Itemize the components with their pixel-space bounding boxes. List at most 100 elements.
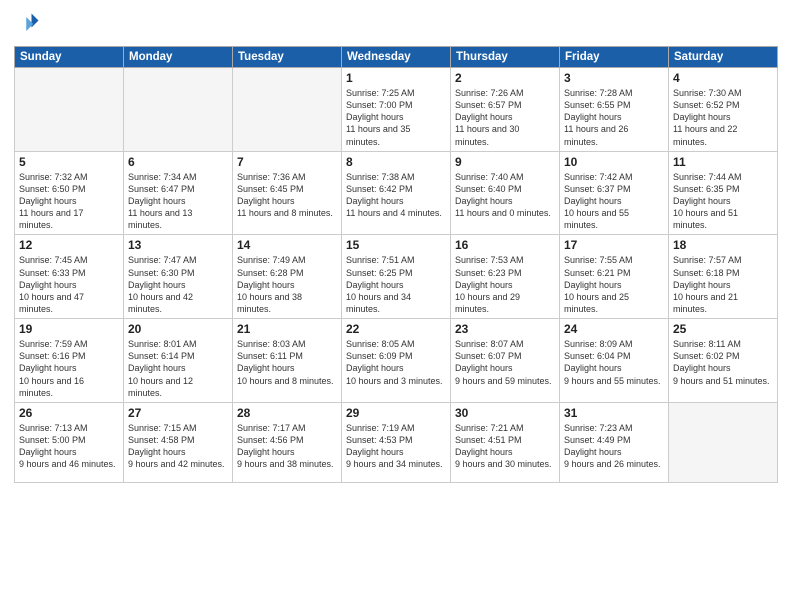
day-number: 30 (455, 406, 555, 420)
calendar-cell: 4 Sunrise: 7:30 AMSunset: 6:52 PMDaylight… (669, 68, 778, 152)
day-number: 23 (455, 322, 555, 336)
day-number: 29 (346, 406, 446, 420)
day-info: Sunrise: 7:15 AMSunset: 4:58 PMDaylight … (128, 422, 228, 471)
day-info: Sunrise: 7:23 AMSunset: 4:49 PMDaylight … (564, 422, 664, 471)
day-number: 8 (346, 155, 446, 169)
day-info: Sunrise: 7:42 AMSunset: 6:37 PMDaylight … (564, 171, 664, 232)
calendar-cell: 10 Sunrise: 7:42 AMSunset: 6:37 PMDayligh… (560, 151, 669, 235)
day-number: 14 (237, 238, 337, 252)
day-info: Sunrise: 7:40 AMSunset: 6:40 PMDaylight … (455, 171, 555, 220)
calendar-cell: 1 Sunrise: 7:25 AMSunset: 7:00 PMDaylight… (342, 68, 451, 152)
weekday-tuesday: Tuesday (233, 47, 342, 68)
weekday-monday: Monday (124, 47, 233, 68)
day-info: Sunrise: 7:44 AMSunset: 6:35 PMDaylight … (673, 171, 773, 232)
day-number: 11 (673, 155, 773, 169)
calendar-cell: 30 Sunrise: 7:21 AMSunset: 4:51 PMDayligh… (451, 402, 560, 482)
calendar-cell: 31 Sunrise: 7:23 AMSunset: 4:49 PMDayligh… (560, 402, 669, 482)
day-number: 10 (564, 155, 664, 169)
day-info: Sunrise: 7:21 AMSunset: 4:51 PMDaylight … (455, 422, 555, 471)
weekday-wednesday: Wednesday (342, 47, 451, 68)
day-info: Sunrise: 7:45 AMSunset: 6:33 PMDaylight … (19, 254, 119, 315)
calendar-cell: 24Sunrise: 8:09 AMSunset: 6:04 PMDayligh… (560, 319, 669, 403)
day-number: 5 (19, 155, 119, 169)
day-info: Sunrise: 7:55 AMSunset: 6:21 PMDaylight … (564, 254, 664, 315)
page: SundayMondayTuesdayWednesdayThursdayFrid… (0, 0, 792, 612)
day-info: Sunrise: 7:47 AMSunset: 6:30 PMDaylight … (128, 254, 228, 315)
day-info: Sunrise: 7:51 AMSunset: 6:25 PMDaylight … (346, 254, 446, 315)
day-number: 13 (128, 238, 228, 252)
calendar-cell: 28 Sunrise: 7:17 AMSunset: 4:56 PMDayligh… (233, 402, 342, 482)
day-number: 19 (19, 322, 119, 336)
calendar-cell: 25Sunrise: 8:11 AMSunset: 6:02 PMDayligh… (669, 319, 778, 403)
day-info: Sunrise: 8:11 AMSunset: 6:02 PMDaylight … (673, 338, 773, 387)
weekday-sunday: Sunday (15, 47, 124, 68)
day-info: Sunrise: 7:25 AMSunset: 7:00 PMDaylight … (346, 87, 446, 148)
calendar-cell: 8 Sunrise: 7:38 AMSunset: 6:42 PMDaylight… (342, 151, 451, 235)
day-info: Sunrise: 7:17 AMSunset: 4:56 PMDaylight … (237, 422, 337, 471)
day-number: 2 (455, 71, 555, 85)
week-row-3: 12 Sunrise: 7:45 AMSunset: 6:33 PMDayligh… (15, 235, 778, 319)
day-number: 27 (128, 406, 228, 420)
calendar-cell: 3 Sunrise: 7:28 AMSunset: 6:55 PMDaylight… (560, 68, 669, 152)
day-number: 20 (128, 322, 228, 336)
day-info: Sunrise: 7:32 AMSunset: 6:50 PMDaylight … (19, 171, 119, 232)
calendar-cell: 26Sunrise: 7:13 AMSunset: 5:00 PMDayligh… (15, 402, 124, 482)
day-info: Sunrise: 7:34 AMSunset: 6:47 PMDaylight … (128, 171, 228, 232)
calendar-cell: 23 Sunrise: 8:07 AMSunset: 6:07 PMDayligh… (451, 319, 560, 403)
day-info: Sunrise: 7:49 AMSunset: 6:28 PMDaylight … (237, 254, 337, 315)
calendar-cell (669, 402, 778, 482)
weekday-thursday: Thursday (451, 47, 560, 68)
day-number: 16 (455, 238, 555, 252)
calendar-cell (233, 68, 342, 152)
calendar-cell: 9Sunrise: 7:40 AMSunset: 6:40 PMDaylight… (451, 151, 560, 235)
day-info: Sunrise: 7:30 AMSunset: 6:52 PMDaylight … (673, 87, 773, 148)
calendar-cell: 14 Sunrise: 7:49 AMSunset: 6:28 PMDayligh… (233, 235, 342, 319)
week-row-2: 5 Sunrise: 7:32 AMSunset: 6:50 PMDaylight… (15, 151, 778, 235)
day-info: Sunrise: 7:57 AMSunset: 6:18 PMDaylight … (673, 254, 773, 315)
day-info: Sunrise: 8:03 AMSunset: 6:11 PMDaylight … (237, 338, 337, 387)
calendar-cell: 27 Sunrise: 7:15 AMSunset: 4:58 PMDayligh… (124, 402, 233, 482)
calendar-cell: 6Sunrise: 7:34 AMSunset: 6:47 PMDaylight… (124, 151, 233, 235)
day-info: Sunrise: 7:19 AMSunset: 4:53 PMDaylight … (346, 422, 446, 471)
day-number: 3 (564, 71, 664, 85)
weekday-saturday: Saturday (669, 47, 778, 68)
day-info: Sunrise: 7:26 AMSunset: 6:57 PMDaylight … (455, 87, 555, 148)
day-info: Sunrise: 8:01 AMSunset: 6:14 PMDaylight … (128, 338, 228, 399)
calendar-cell: 17Sunrise: 7:55 AMSunset: 6:21 PMDayligh… (560, 235, 669, 319)
day-info: Sunrise: 7:36 AMSunset: 6:45 PMDaylight … (237, 171, 337, 220)
logo-icon (14, 10, 42, 38)
day-number: 12 (19, 238, 119, 252)
weekday-friday: Friday (560, 47, 669, 68)
day-info: Sunrise: 8:07 AMSunset: 6:07 PMDaylight … (455, 338, 555, 387)
calendar-cell: 18Sunrise: 7:57 AMSunset: 6:18 PMDayligh… (669, 235, 778, 319)
day-info: Sunrise: 8:05 AMSunset: 6:09 PMDaylight … (346, 338, 446, 387)
calendar-cell: 2 Sunrise: 7:26 AMSunset: 6:57 PMDaylight… (451, 68, 560, 152)
calendar-cell: 19 Sunrise: 7:59 AMSunset: 6:16 PMDayligh… (15, 319, 124, 403)
calendar-cell (15, 68, 124, 152)
day-number: 1 (346, 71, 446, 85)
day-info: Sunrise: 7:28 AMSunset: 6:55 PMDaylight … (564, 87, 664, 148)
calendar-cell: 7 Sunrise: 7:36 AMSunset: 6:45 PMDaylight… (233, 151, 342, 235)
day-number: 31 (564, 406, 664, 420)
day-number: 26 (19, 406, 119, 420)
calendar-cell: 13 Sunrise: 7:47 AMSunset: 6:30 PMDayligh… (124, 235, 233, 319)
day-number: 22 (346, 322, 446, 336)
calendar-cell (124, 68, 233, 152)
week-row-5: 26Sunrise: 7:13 AMSunset: 5:00 PMDayligh… (15, 402, 778, 482)
calendar-cell: 5 Sunrise: 7:32 AMSunset: 6:50 PMDaylight… (15, 151, 124, 235)
day-number: 28 (237, 406, 337, 420)
calendar-cell: 20 Sunrise: 8:01 AMSunset: 6:14 PMDayligh… (124, 319, 233, 403)
calendar-cell: 29 Sunrise: 7:19 AMSunset: 4:53 PMDayligh… (342, 402, 451, 482)
day-number: 4 (673, 71, 773, 85)
day-number: 24 (564, 322, 664, 336)
day-number: 7 (237, 155, 337, 169)
day-info: Sunrise: 7:38 AMSunset: 6:42 PMDaylight … (346, 171, 446, 220)
calendar-cell: 22 Sunrise: 8:05 AMSunset: 6:09 PMDayligh… (342, 319, 451, 403)
calendar-cell: 15Sunrise: 7:51 AMSunset: 6:25 PMDayligh… (342, 235, 451, 319)
calendar-cell: 16Sunrise: 7:53 AMSunset: 6:23 PMDayligh… (451, 235, 560, 319)
day-number: 21 (237, 322, 337, 336)
calendar-cell: 12 Sunrise: 7:45 AMSunset: 6:33 PMDayligh… (15, 235, 124, 319)
day-info: Sunrise: 7:59 AMSunset: 6:16 PMDaylight … (19, 338, 119, 399)
calendar-table: SundayMondayTuesdayWednesdayThursdayFrid… (14, 46, 778, 483)
calendar-cell: 11 Sunrise: 7:44 AMSunset: 6:35 PMDayligh… (669, 151, 778, 235)
